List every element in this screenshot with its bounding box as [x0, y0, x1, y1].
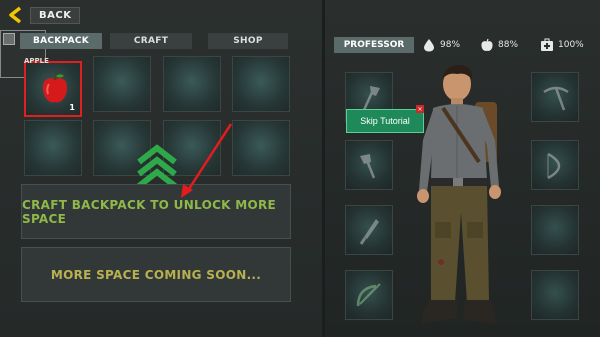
close-badge-icon[interactable]: ×	[416, 105, 424, 113]
equipment-slot-crossbow[interactable]	[345, 270, 393, 320]
apple-icon	[481, 38, 493, 51]
apple-icon	[42, 73, 68, 103]
hydration-stat: 98%	[422, 38, 460, 52]
tutorial-arrow-icon	[181, 123, 233, 198]
equipment-slot-hatchet[interactable]	[345, 140, 393, 190]
crossbow-icon	[356, 283, 381, 307]
back-label: BACK	[30, 6, 81, 24]
inventory-slot[interactable]	[24, 120, 82, 176]
more-space-banner: MORE SPACE COMING SOON...	[21, 247, 291, 302]
professor-character	[417, 64, 501, 324]
equipment-slot[interactable]	[531, 270, 579, 320]
inventory-slot-apple[interactable]: 1	[24, 61, 82, 117]
craft-backpack-text: CRAFT BACKPACK TO UNLOCK MORE SPACE	[22, 197, 277, 226]
craft-backpack-banner[interactable]: CRAFT BACKPACK TO UNLOCK MORE SPACE	[21, 184, 291, 239]
tab-shop[interactable]: SHOP	[208, 33, 288, 49]
inventory-tabs: BACKPACK CRAFT SHOP	[20, 33, 288, 49]
back-button[interactable]: BACK	[6, 6, 81, 24]
back-arrow-icon	[9, 6, 22, 24]
health-stat: 100%	[540, 38, 584, 52]
knife-icon	[359, 219, 379, 245]
equipment-slot-knife[interactable]	[345, 205, 393, 255]
medkit-icon	[541, 38, 553, 51]
hatchet-icon	[360, 154, 376, 179]
tab-professor[interactable]: PROFESSOR	[334, 37, 414, 53]
broken-image-icon	[3, 33, 15, 45]
hydration-value: 98%	[440, 40, 461, 50]
tab-craft[interactable]: CRAFT	[110, 33, 192, 49]
water-drop-icon	[424, 39, 434, 52]
health-value: 100%	[558, 40, 584, 50]
inventory-slot[interactable]	[232, 56, 290, 112]
inventory-slot[interactable]	[232, 120, 290, 176]
inventory-slot[interactable]	[93, 56, 151, 112]
more-space-text: MORE SPACE COMING SOON...	[50, 267, 262, 282]
inventory-slot[interactable]	[163, 56, 221, 112]
item-quantity: 1	[69, 103, 75, 112]
skip-tutorial-button[interactable]: Skip Tutorial	[346, 109, 424, 133]
hunger-stat: 88%	[480, 38, 518, 52]
skip-tutorial-label: Skip Tutorial	[360, 116, 410, 126]
tab-backpack[interactable]: BACKPACK	[20, 33, 102, 49]
equipment-slot-pickaxe[interactable]	[531, 72, 579, 122]
equipment-slot-bow[interactable]	[531, 140, 579, 190]
bow-icon	[547, 152, 561, 180]
item-name-label: APPLE	[24, 57, 49, 65]
hunger-value: 88%	[498, 40, 519, 50]
pickaxe-icon	[543, 86, 569, 111]
equipment-slot[interactable]	[531, 205, 579, 255]
